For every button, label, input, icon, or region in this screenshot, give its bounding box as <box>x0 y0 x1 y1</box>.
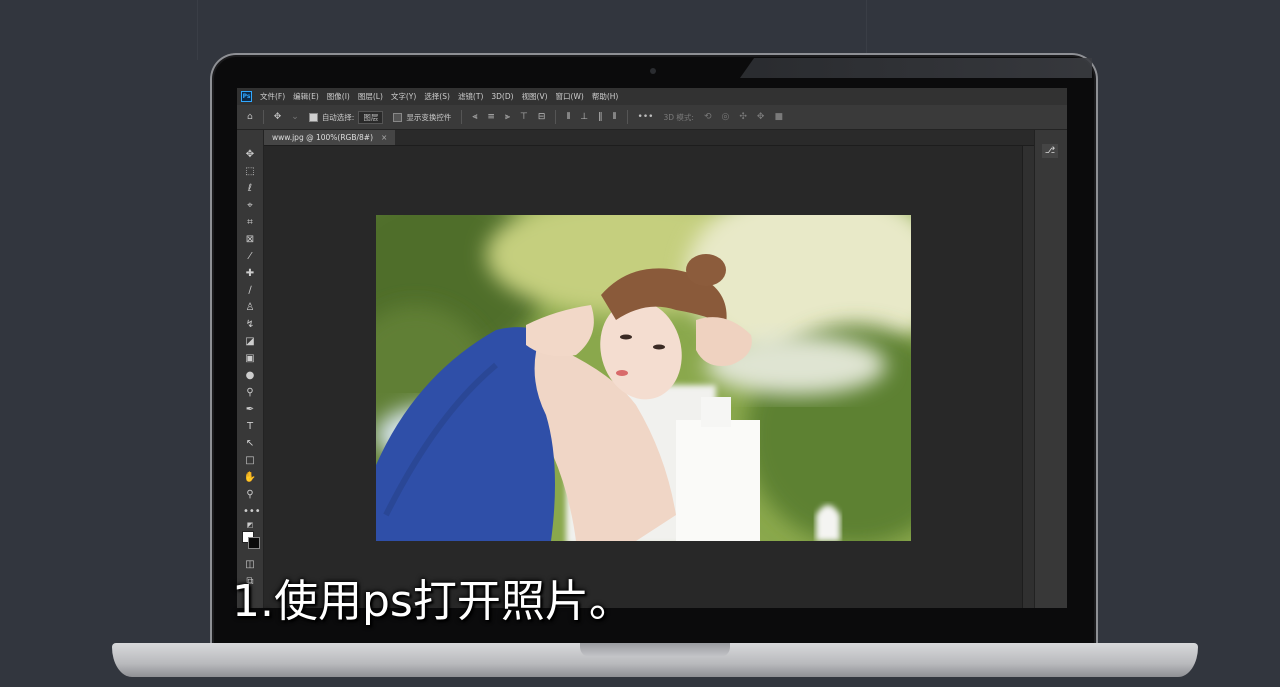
divider <box>461 110 463 124</box>
roll-3d-icon[interactable]: ◎ <box>721 112 729 122</box>
auto-select-checkbox[interactable]: 自动选择: 图层 <box>308 110 384 124</box>
align-top-icon[interactable]: ⊤ <box>520 112 528 122</box>
show-transform-checkbox[interactable]: 显示变换控件 <box>393 112 451 123</box>
auto-select-label: 自动选择: <box>321 112 355 122</box>
menu-filter[interactable]: 滤镜(T) <box>458 91 483 102</box>
slide-3d-icon[interactable]: ✥ <box>757 112 765 122</box>
lasso-tool-icon[interactable]: ℓ <box>243 182 257 196</box>
clone-stamp-tool-icon[interactable]: ♙ <box>243 301 257 315</box>
lid-glare <box>740 58 1092 78</box>
menu-file[interactable]: 文件(F) <box>260 91 285 102</box>
drag-3d-icon[interactable]: ✣ <box>739 112 747 122</box>
options-bar: ⌂ ✥ ⌄ 自动选择: 图层 显示变换控件 ⫷ ≡ ⫸ ⊤ ⊟ ⫴ ⊥ ‖ ⦀ … <box>237 105 1067 130</box>
zoom-tool-icon[interactable]: ⚲ <box>243 488 257 502</box>
right-panel-dock: ⎇ <box>1034 130 1067 608</box>
menu-type[interactable]: 文字(Y) <box>391 91 416 102</box>
laptop-notch <box>580 643 730 657</box>
menu-edit[interactable]: 编辑(E) <box>293 91 319 102</box>
gradient-tool-icon[interactable]: ▣ <box>243 352 257 366</box>
align-right-icon[interactable]: ⫸ <box>505 112 510 122</box>
menu-help[interactable]: 帮助(H) <box>592 91 619 102</box>
home-icon[interactable]: ⌂ <box>247 112 253 122</box>
show-transform-label: 显示变换控件 <box>406 112 452 122</box>
quick-select-tool-icon[interactable]: ⌖ <box>243 199 257 213</box>
camera-3d-icon[interactable]: ■ <box>774 112 783 122</box>
document-photo[interactable] <box>376 215 911 541</box>
subtitle-caption: 1.使用ps打开照片。 <box>232 576 633 627</box>
align-left-icon[interactable]: ⫷ <box>472 112 477 122</box>
more-tools-icon[interactable]: ••• <box>243 505 261 519</box>
hand-tool-icon[interactable]: ✋ <box>243 471 257 485</box>
menu-image[interactable]: 图像(I) <box>327 91 350 102</box>
document-tabstrip: www.jpg @ 100%(RGB/8#) × <box>264 130 1034 146</box>
frame-tool-icon[interactable]: ⊠ <box>243 233 257 247</box>
healing-brush-tool-icon[interactable]: ✚ <box>243 267 257 281</box>
dodge-tool-icon[interactable]: ⚲ <box>243 386 257 400</box>
chevron-down-icon[interactable]: ⌄ <box>291 112 299 122</box>
tools-panel: ✥ ⬚ ℓ ⌖ ⌗ ⊠ ⁄ ✚ ∕ ♙ ↯ ◪ ▣ ● ⚲ ✒ T ↖ □ ✋ … <box>237 130 264 608</box>
webcam <box>650 68 656 74</box>
document-tab-title: www.jpg @ 100%(RGB/8#) <box>272 133 374 142</box>
auto-select-dropdown[interactable]: 图层 <box>358 110 384 124</box>
distribute-vertical-icon[interactable]: ‖ <box>598 112 603 122</box>
swap-colors-icon[interactable]: ◩ <box>243 518 257 532</box>
distribute-horizontal-icon[interactable]: ⦀ <box>613 112 617 122</box>
type-tool-icon[interactable]: T <box>243 420 257 434</box>
background-color-swatch[interactable] <box>248 537 260 549</box>
move-tool-icon[interactable]: ✥ <box>274 112 282 122</box>
eyedropper-tool-icon[interactable]: ⁄ <box>243 250 257 264</box>
menu-bar: Ps 文件(F) 编辑(E) 图像(I) 图层(L) 文字(Y) 选择(S) 滤… <box>237 88 1067 105</box>
menu-view[interactable]: 视图(V) <box>522 91 548 102</box>
divider <box>555 110 557 124</box>
quick-mask-icon[interactable]: ◫ <box>243 558 257 572</box>
distribute-icon[interactable]: ⊟ <box>538 112 546 122</box>
eraser-tool-icon[interactable]: ◪ <box>243 335 257 349</box>
background-divider <box>866 0 867 60</box>
checkbox-checked-icon[interactable] <box>308 112 318 122</box>
brush-tool-icon[interactable]: ∕ <box>243 284 257 298</box>
menu-window[interactable]: 窗口(W) <box>556 91 584 102</box>
photo-illustration <box>376 215 911 541</box>
checkbox-icon[interactable] <box>393 112 403 122</box>
mode-3d-label: 3D 模式: <box>663 112 694 122</box>
crop-tool-icon[interactable]: ⌗ <box>243 216 257 230</box>
align-bottom-icon[interactable]: ⊥ <box>580 112 588 122</box>
pen-tool-icon[interactable]: ✒ <box>243 403 257 417</box>
more-icon[interactable]: ••• <box>638 112 654 122</box>
divider <box>262 110 264 124</box>
orbit-3d-icon[interactable]: ⟲ <box>704 112 712 122</box>
menu-3d[interactable]: 3D(D) <box>491 92 513 101</box>
close-icon[interactable]: × <box>381 130 387 145</box>
rectangle-tool-icon[interactable]: □ <box>243 454 257 468</box>
divider <box>626 110 628 124</box>
marquee-tool-icon[interactable]: ⬚ <box>243 165 257 179</box>
history-brush-tool-icon[interactable]: ↯ <box>243 318 257 332</box>
menu-layer[interactable]: 图层(L) <box>358 91 383 102</box>
photoshop-logo: Ps <box>241 91 252 102</box>
menu-select[interactable]: 选择(S) <box>424 91 450 102</box>
background-divider <box>197 0 198 60</box>
history-panel-icon[interactable]: ⎇ <box>1042 144 1058 158</box>
document-tab[interactable]: www.jpg @ 100%(RGB/8#) × <box>264 130 396 145</box>
align-center-icon[interactable]: ≡ <box>487 112 495 122</box>
move-tool-icon[interactable]: ✥ <box>243 148 257 162</box>
blur-tool-icon[interactable]: ● <box>243 369 257 383</box>
path-select-tool-icon[interactable]: ↖ <box>243 437 257 451</box>
align-vcenter-icon[interactable]: ⫴ <box>566 112 570 122</box>
